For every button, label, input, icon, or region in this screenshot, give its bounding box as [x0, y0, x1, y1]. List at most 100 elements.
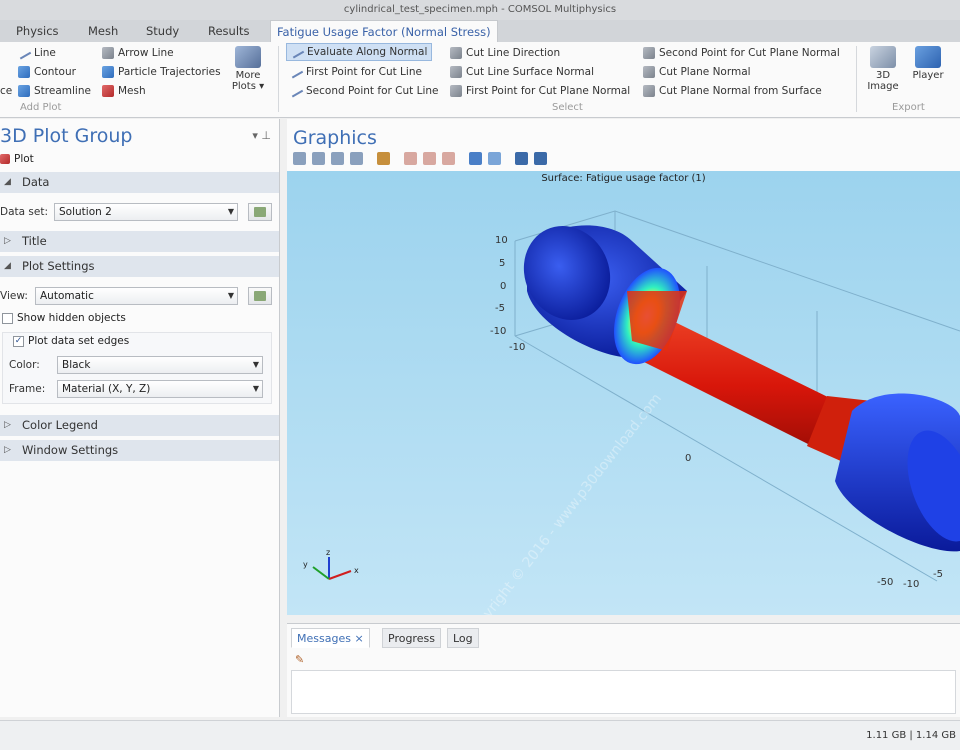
section-color-legend[interactable]: ▷ Color Legend [0, 415, 279, 436]
graphics-toolbar [293, 152, 547, 165]
ribbon-tabs: Physics Mesh Study Results Fatigue Usage… [0, 20, 960, 42]
clear-messages-icon[interactable]: ✎ [295, 653, 307, 666]
tick-label: -10 [490, 326, 506, 337]
tab-messages[interactable]: Messages × [291, 628, 370, 648]
mesh-plot-button[interactable]: Mesh [102, 82, 146, 100]
view-goto-button[interactable] [248, 287, 272, 305]
tab-mesh[interactable]: Mesh [82, 20, 124, 42]
zoom-box-icon[interactable] [331, 152, 344, 165]
graphics-title: Graphics [293, 127, 377, 149]
cut-plane-normal-button[interactable]: Cut Plane Normal [643, 63, 751, 81]
player-button[interactable]: Player [908, 46, 948, 81]
section-window-settings[interactable]: ▷ Window Settings [0, 440, 279, 461]
second-point-cut-line-icon [288, 84, 304, 98]
second-point-cut-plane-normal-label: Second Point for Cut Plane Normal [659, 47, 840, 59]
second-point-cut-plane-normal-button[interactable]: Second Point for Cut Plane Normal [643, 44, 840, 62]
triad-y-label: y [303, 560, 308, 569]
cut-line-direction-button[interactable]: Cut Line Direction [450, 44, 560, 62]
plot-label: Plot [14, 153, 34, 165]
plot-button[interactable]: Plot [0, 153, 34, 165]
axis-view-icon[interactable] [377, 152, 390, 165]
transparency-icon[interactable] [469, 152, 482, 165]
evaluate-along-normal-button[interactable]: Evaluate Along Normal [286, 43, 433, 61]
go-to-zx-view-icon[interactable] [442, 152, 455, 165]
data-set-value: Solution 2 [59, 206, 112, 218]
section-plot-settings[interactable]: ◢ Plot Settings [0, 256, 279, 277]
view-select[interactable]: Automatic ▼ [35, 287, 238, 305]
first-point-cut-line-button[interactable]: First Point for Cut Line [288, 63, 422, 81]
first-point-cut-line-icon [288, 65, 304, 79]
export-group-label: Export [892, 102, 925, 113]
section-plot-settings-label: Plot Settings [22, 259, 95, 273]
panel-title: 3D Plot Group [0, 125, 133, 147]
go-to-xy-view-icon[interactable] [404, 152, 417, 165]
tab-progress[interactable]: Progress [382, 628, 441, 648]
tick-label: -5 [495, 303, 505, 314]
line-plot-button[interactable]: Line [16, 44, 56, 62]
data-set-label: Data set: [0, 206, 48, 218]
print-icon[interactable] [534, 152, 547, 165]
cut-line-surface-normal-button[interactable]: Cut Line Surface Normal [450, 63, 594, 81]
checkbox-checked: ✓ [13, 335, 24, 347]
particle-trajectories-button[interactable]: Particle Trajectories [102, 63, 221, 81]
data-set-select[interactable]: Solution 2 ▼ [54, 203, 238, 221]
wireframe-icon[interactable] [488, 152, 501, 165]
cut-plane-normal-from-surface-button[interactable]: Cut Plane Normal from Surface [643, 82, 822, 100]
collapse-arrow-icon: ◢ [4, 261, 11, 271]
arrow-line-button[interactable]: Arrow Line [102, 44, 174, 62]
streamline-button[interactable]: Streamline [18, 82, 91, 100]
section-data-label: Data [22, 175, 50, 189]
image-3d-button[interactable]: 3D Image [864, 46, 902, 92]
chevron-down-icon: ▼ [252, 360, 259, 369]
checkbox-box [2, 312, 13, 324]
tab-fatigue-usage-factor[interactable]: Fatigue Usage Factor (Normal Stress) [270, 20, 498, 42]
contour-button[interactable]: Contour [18, 63, 76, 81]
window-title-bar: cylindrical_test_specimen.mph - COMSOL M… [0, 0, 960, 20]
camera-icon[interactable] [515, 152, 528, 165]
tick-label: -10 [509, 342, 525, 353]
section-color-legend-label: Color Legend [22, 418, 98, 432]
image-3d-icon [870, 46, 896, 68]
graphics-viewport[interactable]: Surface: Fatigue usage factor (1) 10 5 0… [287, 171, 960, 615]
tab-log[interactable]: Log [447, 628, 479, 648]
frame-select[interactable]: Material (X, Y, Z) ▼ [57, 380, 263, 398]
view-value: Automatic [40, 290, 94, 302]
zoom-out-icon[interactable] [312, 152, 325, 165]
contour-label: Contour [34, 66, 76, 78]
pin-icon[interactable]: ▾ ⊥ [252, 129, 271, 142]
tick-label: 0 [500, 281, 506, 292]
evaluate-along-normal-label: Evaluate Along Normal [307, 46, 428, 58]
plot-data-set-edges-checkbox[interactable]: ✓ Plot data set edges [13, 335, 129, 347]
edge-color-select[interactable]: Black ▼ [57, 356, 263, 374]
zoom-in-icon[interactable] [293, 152, 306, 165]
close-icon[interactable]: × [354, 632, 363, 645]
second-point-cut-line-button[interactable]: Second Point for Cut Line [288, 82, 439, 100]
tick-label: -5 [933, 569, 943, 580]
first-point-cut-plane-normal-label: First Point for Cut Plane Normal [466, 85, 631, 97]
messages-panel: Messages × Progress Log ✎ [287, 623, 960, 717]
go-to-yz-view-icon[interactable] [423, 152, 436, 165]
section-title[interactable]: ▷ Title [0, 231, 279, 252]
contour-icon [18, 66, 30, 78]
section-data[interactable]: ◢ Data [0, 172, 279, 193]
expand-arrow-icon: ▷ [4, 236, 11, 246]
streamline-label: Streamline [34, 85, 91, 97]
cut-line-surface-normal-icon [450, 66, 462, 78]
data-set-goto-button[interactable] [248, 203, 272, 221]
more-plots-button[interactable]: More Plots ▾ [228, 46, 268, 92]
zoom-extents-icon[interactable] [350, 152, 363, 165]
tab-results[interactable]: Results [202, 20, 256, 42]
tab-physics[interactable]: Physics [10, 20, 65, 42]
tick-label: 0 [685, 453, 691, 464]
ribbon-edge-fragment[interactable]: ce [0, 82, 12, 100]
cut-line-direction-label: Cut Line Direction [466, 47, 561, 59]
window-title: cylindrical_test_specimen.mph - COMSOL M… [343, 4, 617, 15]
expand-arrow-icon: ▷ [4, 445, 11, 455]
first-point-cut-plane-normal-button[interactable]: First Point for Cut Plane Normal [450, 82, 630, 100]
tab-study[interactable]: Study [140, 20, 185, 42]
line-plot-icon [16, 46, 32, 60]
chevron-down-icon: ▼ [252, 384, 259, 393]
tick-label: -10 [903, 579, 919, 590]
cut-plane-normal-from-surface-icon [643, 85, 655, 97]
show-hidden-objects-checkbox[interactable]: Show hidden objects [2, 312, 126, 324]
